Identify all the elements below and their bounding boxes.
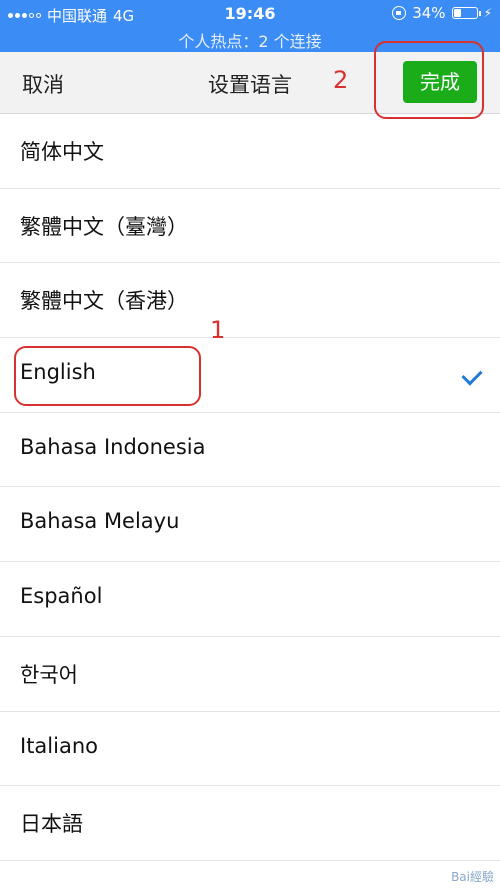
language-item[interactable]: 繁體中文（臺灣） [0,189,500,264]
language-list: 简体中文 繁體中文（臺灣） 繁體中文（香港） English Bahasa Indone… [0,114,500,861]
language-label: 한국어 [20,662,78,687]
language-item[interactable]: 한국어 [0,637,500,712]
annotation-number-1: 1 [210,316,226,344]
language-label: 繁體中文（臺灣） [20,214,188,239]
language-label: Español [20,584,103,609]
watermark-logo: Bai經驗 [451,870,494,884]
language-label: Bahasa Melayu [20,509,180,534]
battery-fill [453,9,461,17]
language-item[interactable]: Bahasa Melayu [0,487,500,563]
language-item[interactable]: 简体中文 [0,114,500,189]
language-label: Bahasa Indonesia [20,434,206,459]
language-item[interactable]: 日本語 [0,786,500,861]
language-label: 繁體中文（香港） [20,289,188,314]
language-item[interactable]: 繁體中文（香港） [0,263,500,339]
language-label: Italiano [20,733,98,758]
orientation-lock-icon [392,6,407,20]
annotation-box-done [374,41,484,119]
language-label: 日本語 [20,812,83,837]
battery-percent: 34% [412,4,446,22]
language-item[interactable]: Español [0,562,500,637]
checkmark-icon [461,364,483,386]
annotation-number-2: 2 [333,66,349,94]
annotation-box-english [14,346,201,406]
status-right: 34% ⚡ [392,4,492,22]
language-item[interactable]: Italiano [0,712,500,787]
language-item[interactable]: Bahasa Indonesia [0,413,500,488]
battery-icon [451,7,481,19]
charging-bolt-icon: ⚡ [483,6,492,20]
language-label: 简体中文 [20,140,104,164]
